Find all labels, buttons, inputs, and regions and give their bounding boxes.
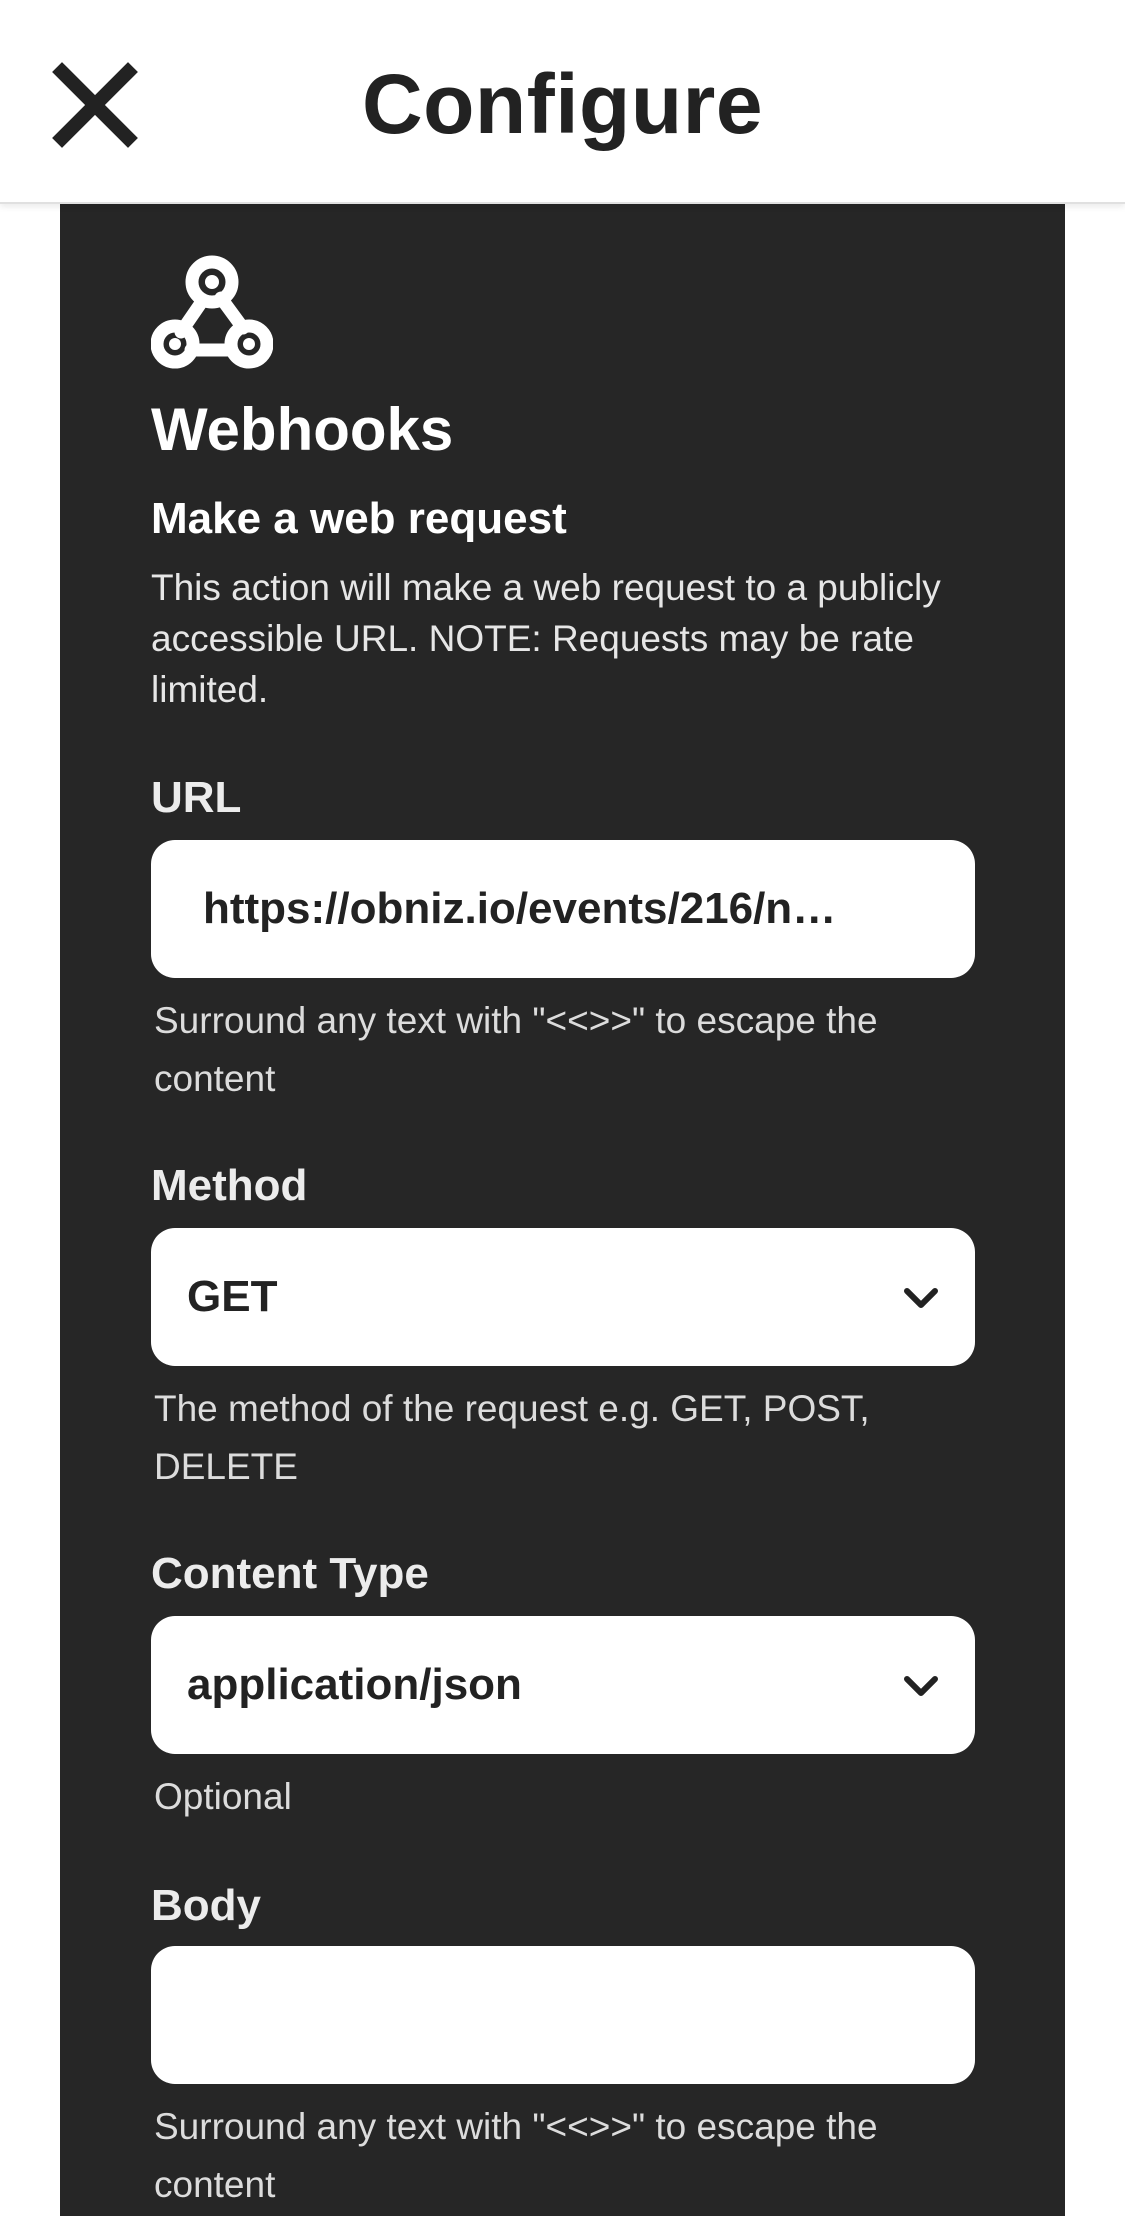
content-type-field-label: Content Type	[151, 1549, 429, 1598]
content-type-field-helper: Optional	[154, 1776, 292, 1817]
service-name: Webhooks	[151, 396, 454, 463]
webhooks-icon	[151, 252, 273, 370]
chevron-down-icon	[901, 1278, 941, 1318]
body-input-value	[203, 1946, 933, 2084]
url-field-helper: Surround any text with "<<>>" to escape …	[154, 1000, 878, 1099]
url-field-label: URL	[151, 773, 242, 822]
action-title: Make a web request	[151, 494, 567, 543]
body-input[interactable]	[151, 1946, 975, 2084]
method-field-label: Method	[151, 1161, 308, 1210]
method-select[interactable]: GET	[151, 1228, 975, 1366]
method-select-value: GET	[187, 1272, 278, 1321]
config-card: Webhooks Make a web request This action …	[60, 204, 1065, 2216]
body-field-label: Body	[151, 1881, 261, 1930]
body-field-helper: Surround any text with "<<>>" to escape …	[154, 2106, 878, 2205]
header-bar: Configure	[0, 0, 1125, 204]
action-description: This action will make a web request to a…	[151, 567, 941, 710]
content-type-select-value: application/json	[187, 1660, 522, 1709]
content-type-select[interactable]: application/json	[151, 1616, 975, 1754]
method-field-helper: The method of the request e.g. GET, POST…	[154, 1388, 870, 1487]
url-input-value: https://obniz.io/events/216/n…	[203, 884, 837, 933]
url-input[interactable]: https://obniz.io/events/216/n…	[151, 840, 975, 978]
chevron-down-icon	[901, 1666, 941, 1706]
page-title: Configure	[361, 57, 764, 151]
